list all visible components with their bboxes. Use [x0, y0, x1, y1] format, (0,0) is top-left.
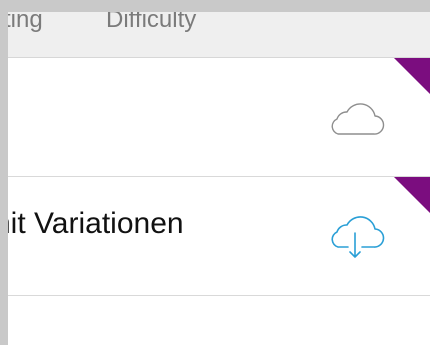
list-item[interactable] [8, 296, 430, 345]
list-item-title: nit Variationen [8, 207, 184, 240]
column-header-difficulty[interactable]: Difficulty [106, 12, 196, 32]
list-panel: ting Difficulty nit Variationen [8, 12, 430, 345]
corner-badge [394, 58, 430, 94]
list-item[interactable]: nit Variationen [8, 177, 430, 296]
corner-badge [394, 177, 430, 213]
list-item[interactable] [8, 58, 430, 177]
column-header-bar: ting Difficulty [8, 12, 430, 58]
window-frame: ting Difficulty nit Variationen [0, 0, 430, 345]
cloud-icon[interactable] [324, 98, 386, 138]
column-header-rating[interactable]: ting [8, 12, 43, 32]
cloud-download-icon[interactable] [324, 213, 386, 261]
